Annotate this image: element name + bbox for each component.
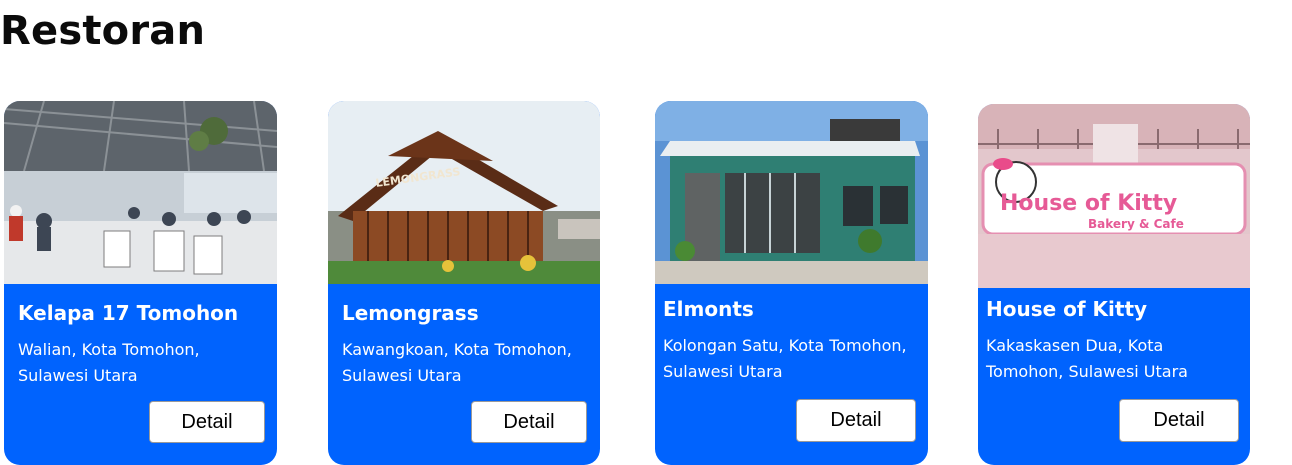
detail-button[interactable]: Detail [471, 401, 587, 443]
restaurant-photo [655, 101, 928, 284]
kitty-sign-line2: Bakery & Cafe [1088, 217, 1184, 231]
restaurant-name: Kelapa 17 Tomohon [18, 301, 239, 325]
kitty-sign-line1: House of Kitty [1000, 191, 1177, 216]
restaurant-photo [4, 101, 277, 284]
detail-button[interactable]: Detail [149, 401, 265, 443]
restaurant-card-house-of-kitty[interactable]: House of Kitty Bakery & Cafe House of Ki… [978, 104, 1250, 465]
restaurant-name: Lemongrass [342, 301, 479, 325]
section-title: Restoran [0, 8, 206, 54]
detail-button[interactable]: Detail [796, 399, 916, 442]
restaurant-photo: House of Kitty Bakery & Cafe [978, 104, 1250, 288]
restaurant-location: Walian, Kota Tomohon, Sulawesi Utara [18, 340, 200, 385]
restaurant-name: Elmonts [663, 297, 754, 321]
restaurant-card-lemongrass[interactable]: LEMONGRASS Lemongrass Kawangkoan, Kota T… [328, 101, 600, 465]
restaurant-card-kelapa-17[interactable]: Kelapa 17 Tomohon Walian, Kota Tomohon, … [4, 101, 277, 465]
restaurant-location: Kolongan Satu, Kota Tomohon, Sulawesi Ut… [663, 336, 907, 381]
restaurant-card-elmonts[interactable]: Elmonts Kolongan Satu, Kota Tomohon, Sul… [655, 101, 928, 465]
detail-button[interactable]: Detail [1119, 399, 1239, 442]
restaurant-location: Kawangkoan, Kota Tomohon, Sulawesi Utara [342, 340, 572, 385]
restaurant-location: Kakaskasen Dua, Kota Tomohon, Sulawesi U… [986, 336, 1188, 381]
restaurant-name: House of Kitty [986, 297, 1148, 321]
restaurant-photo: LEMONGRASS [328, 101, 600, 284]
